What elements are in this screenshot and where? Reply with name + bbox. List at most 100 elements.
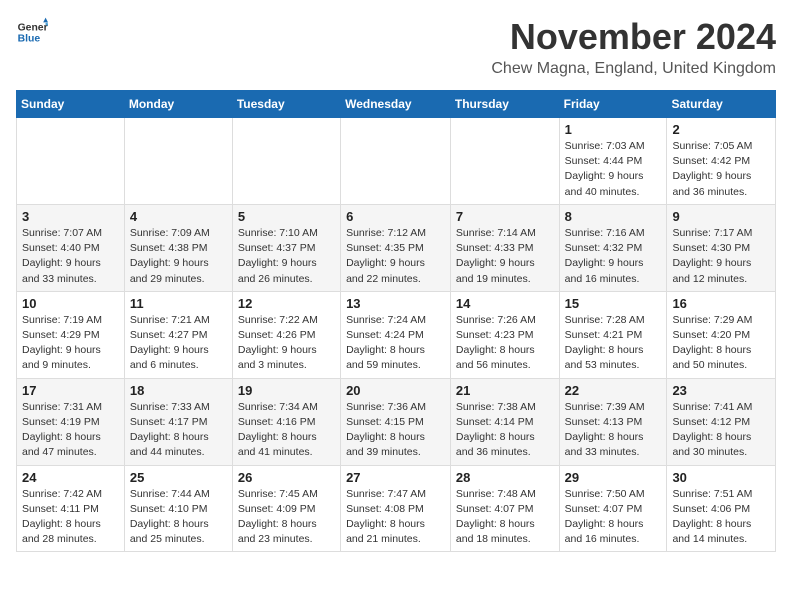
day-number: 15 <box>565 296 662 311</box>
day-number: 4 <box>130 209 227 224</box>
table-row: 10 Sunrise: 7:19 AM Sunset: 4:29 PM Dayli… <box>17 291 125 378</box>
table-row: 18 Sunrise: 7:33 AM Sunset: 4:17 PM Dayli… <box>124 378 232 465</box>
svg-text:General: General <box>18 22 48 33</box>
day-info: Sunrise: 7:48 AM Sunset: 4:07 PM Dayligh… <box>456 487 554 548</box>
day-number: 25 <box>130 470 227 485</box>
day-info: Sunrise: 7:19 AM Sunset: 4:29 PM Dayligh… <box>22 313 119 374</box>
table-row <box>232 118 340 205</box>
table-row <box>124 118 232 205</box>
table-row: 28 Sunrise: 7:48 AM Sunset: 4:07 PM Dayli… <box>450 465 559 552</box>
table-row: 16 Sunrise: 7:29 AM Sunset: 4:20 PM Dayli… <box>667 291 776 378</box>
day-info: Sunrise: 7:24 AM Sunset: 4:24 PM Dayligh… <box>346 313 445 374</box>
day-info: Sunrise: 7:33 AM Sunset: 4:17 PM Dayligh… <box>130 400 227 461</box>
day-number: 8 <box>565 209 662 224</box>
table-row: 30 Sunrise: 7:51 AM Sunset: 4:06 PM Dayli… <box>667 465 776 552</box>
day-info: Sunrise: 7:51 AM Sunset: 4:06 PM Dayligh… <box>672 487 770 548</box>
day-info: Sunrise: 7:14 AM Sunset: 4:33 PM Dayligh… <box>456 226 554 287</box>
day-info: Sunrise: 7:36 AM Sunset: 4:15 PM Dayligh… <box>346 400 445 461</box>
table-row: 13 Sunrise: 7:24 AM Sunset: 4:24 PM Dayli… <box>341 291 451 378</box>
calendar-week-row: 17 Sunrise: 7:31 AM Sunset: 4:19 PM Dayli… <box>17 378 776 465</box>
table-row: 11Sunrise: 7:21 AM Sunset: 4:27 PM Dayli… <box>124 291 232 378</box>
day-info: Sunrise: 7:12 AM Sunset: 4:35 PM Dayligh… <box>346 226 445 287</box>
day-number: 3 <box>22 209 119 224</box>
table-row: 23 Sunrise: 7:41 AM Sunset: 4:12 PM Dayli… <box>667 378 776 465</box>
table-row: 3Sunrise: 7:07 AM Sunset: 4:40 PM Daylig… <box>17 204 125 291</box>
day-number: 19 <box>238 383 335 398</box>
day-number: 18 <box>130 383 227 398</box>
day-number: 6 <box>346 209 445 224</box>
header-thursday: Thursday <box>450 91 559 118</box>
table-row: 20 Sunrise: 7:36 AM Sunset: 4:15 PM Dayli… <box>341 378 451 465</box>
day-info: Sunrise: 7:16 AM Sunset: 4:32 PM Dayligh… <box>565 226 662 287</box>
day-number: 28 <box>456 470 554 485</box>
table-row: 9Sunrise: 7:17 AM Sunset: 4:30 PM Daylig… <box>667 204 776 291</box>
table-row: 1 Sunrise: 7:03 AM Sunset: 4:44 PM Daylig… <box>559 118 667 205</box>
day-info: Sunrise: 7:29 AM Sunset: 4:20 PM Dayligh… <box>672 313 770 374</box>
day-info: Sunrise: 7:03 AM Sunset: 4:44 PM Dayligh… <box>565 139 662 200</box>
table-row <box>341 118 451 205</box>
table-row: 22Sunrise: 7:39 AM Sunset: 4:13 PM Dayli… <box>559 378 667 465</box>
day-info: Sunrise: 7:38 AM Sunset: 4:14 PM Dayligh… <box>456 400 554 461</box>
table-row: 26Sunrise: 7:45 AM Sunset: 4:09 PM Dayli… <box>232 465 340 552</box>
day-number: 12 <box>238 296 335 311</box>
calendar-week-row: 10 Sunrise: 7:19 AM Sunset: 4:29 PM Dayli… <box>17 291 776 378</box>
day-number: 16 <box>672 296 770 311</box>
calendar-header-row: Sunday Monday Tuesday Wednesday Thursday… <box>17 91 776 118</box>
day-info: Sunrise: 7:31 AM Sunset: 4:19 PM Dayligh… <box>22 400 119 461</box>
day-info: Sunrise: 7:10 AM Sunset: 4:37 PM Dayligh… <box>238 226 335 287</box>
day-info: Sunrise: 7:26 AM Sunset: 4:23 PM Dayligh… <box>456 313 554 374</box>
table-row: 21 Sunrise: 7:38 AM Sunset: 4:14 PM Dayli… <box>450 378 559 465</box>
day-number: 2 <box>672 122 770 137</box>
day-number: 1 <box>565 122 662 137</box>
table-row: 15 Sunrise: 7:28 AM Sunset: 4:21 PM Dayli… <box>559 291 667 378</box>
table-row <box>17 118 125 205</box>
day-number: 29 <box>565 470 662 485</box>
day-number: 7 <box>456 209 554 224</box>
table-row <box>450 118 559 205</box>
day-info: Sunrise: 7:42 AM Sunset: 4:11 PM Dayligh… <box>22 487 119 548</box>
svg-text:Blue: Blue <box>18 34 41 45</box>
header-saturday: Saturday <box>667 91 776 118</box>
day-number: 14 <box>456 296 554 311</box>
table-row: 25Sunrise: 7:44 AM Sunset: 4:10 PM Dayli… <box>124 465 232 552</box>
table-row: 2 Sunrise: 7:05 AM Sunset: 4:42 PM Daylig… <box>667 118 776 205</box>
header-wednesday: Wednesday <box>341 91 451 118</box>
calendar-table: Sunday Monday Tuesday Wednesday Thursday… <box>16 90 776 552</box>
day-info: Sunrise: 7:45 AM Sunset: 4:09 PM Dayligh… <box>238 487 335 548</box>
day-info: Sunrise: 7:28 AM Sunset: 4:21 PM Dayligh… <box>565 313 662 374</box>
day-number: 10 <box>22 296 119 311</box>
table-row: 5 Sunrise: 7:10 AM Sunset: 4:37 PM Daylig… <box>232 204 340 291</box>
calendar-week-row: 24Sunrise: 7:42 AM Sunset: 4:11 PM Dayli… <box>17 465 776 552</box>
day-number: 30 <box>672 470 770 485</box>
day-number: 27 <box>346 470 445 485</box>
day-info: Sunrise: 7:22 AM Sunset: 4:26 PM Dayligh… <box>238 313 335 374</box>
header-sunday: Sunday <box>17 91 125 118</box>
day-number: 17 <box>22 383 119 398</box>
day-number: 9 <box>672 209 770 224</box>
day-info: Sunrise: 7:34 AM Sunset: 4:16 PM Dayligh… <box>238 400 335 461</box>
table-row: 17 Sunrise: 7:31 AM Sunset: 4:19 PM Dayli… <box>17 378 125 465</box>
day-info: Sunrise: 7:05 AM Sunset: 4:42 PM Dayligh… <box>672 139 770 200</box>
day-info: Sunrise: 7:50 AM Sunset: 4:07 PM Dayligh… <box>565 487 662 548</box>
day-number: 5 <box>238 209 335 224</box>
header-monday: Monday <box>124 91 232 118</box>
day-number: 11 <box>130 296 227 311</box>
calendar-week-row: 1 Sunrise: 7:03 AM Sunset: 4:44 PM Daylig… <box>17 118 776 205</box>
day-info: Sunrise: 7:41 AM Sunset: 4:12 PM Dayligh… <box>672 400 770 461</box>
title-section: November 2024 Chew Magna, England, Unite… <box>491 16 776 78</box>
day-number: 22 <box>565 383 662 398</box>
table-row: 8 Sunrise: 7:16 AM Sunset: 4:32 PM Daylig… <box>559 204 667 291</box>
day-number: 21 <box>456 383 554 398</box>
table-row: 29 Sunrise: 7:50 AM Sunset: 4:07 PM Dayli… <box>559 465 667 552</box>
day-number: 13 <box>346 296 445 311</box>
table-row: 4Sunrise: 7:09 AM Sunset: 4:38 PM Daylig… <box>124 204 232 291</box>
calendar-week-row: 3Sunrise: 7:07 AM Sunset: 4:40 PM Daylig… <box>17 204 776 291</box>
day-number: 23 <box>672 383 770 398</box>
table-row: 19 Sunrise: 7:34 AM Sunset: 4:16 PM Dayli… <box>232 378 340 465</box>
table-row: 6 Sunrise: 7:12 AM Sunset: 4:35 PM Daylig… <box>341 204 451 291</box>
table-row: 14 Sunrise: 7:26 AM Sunset: 4:23 PM Dayli… <box>450 291 559 378</box>
day-number: 20 <box>346 383 445 398</box>
table-row: 24Sunrise: 7:42 AM Sunset: 4:11 PM Dayli… <box>17 465 125 552</box>
month-title: November 2024 <box>491 16 776 58</box>
table-row: 12 Sunrise: 7:22 AM Sunset: 4:26 PM Dayli… <box>232 291 340 378</box>
